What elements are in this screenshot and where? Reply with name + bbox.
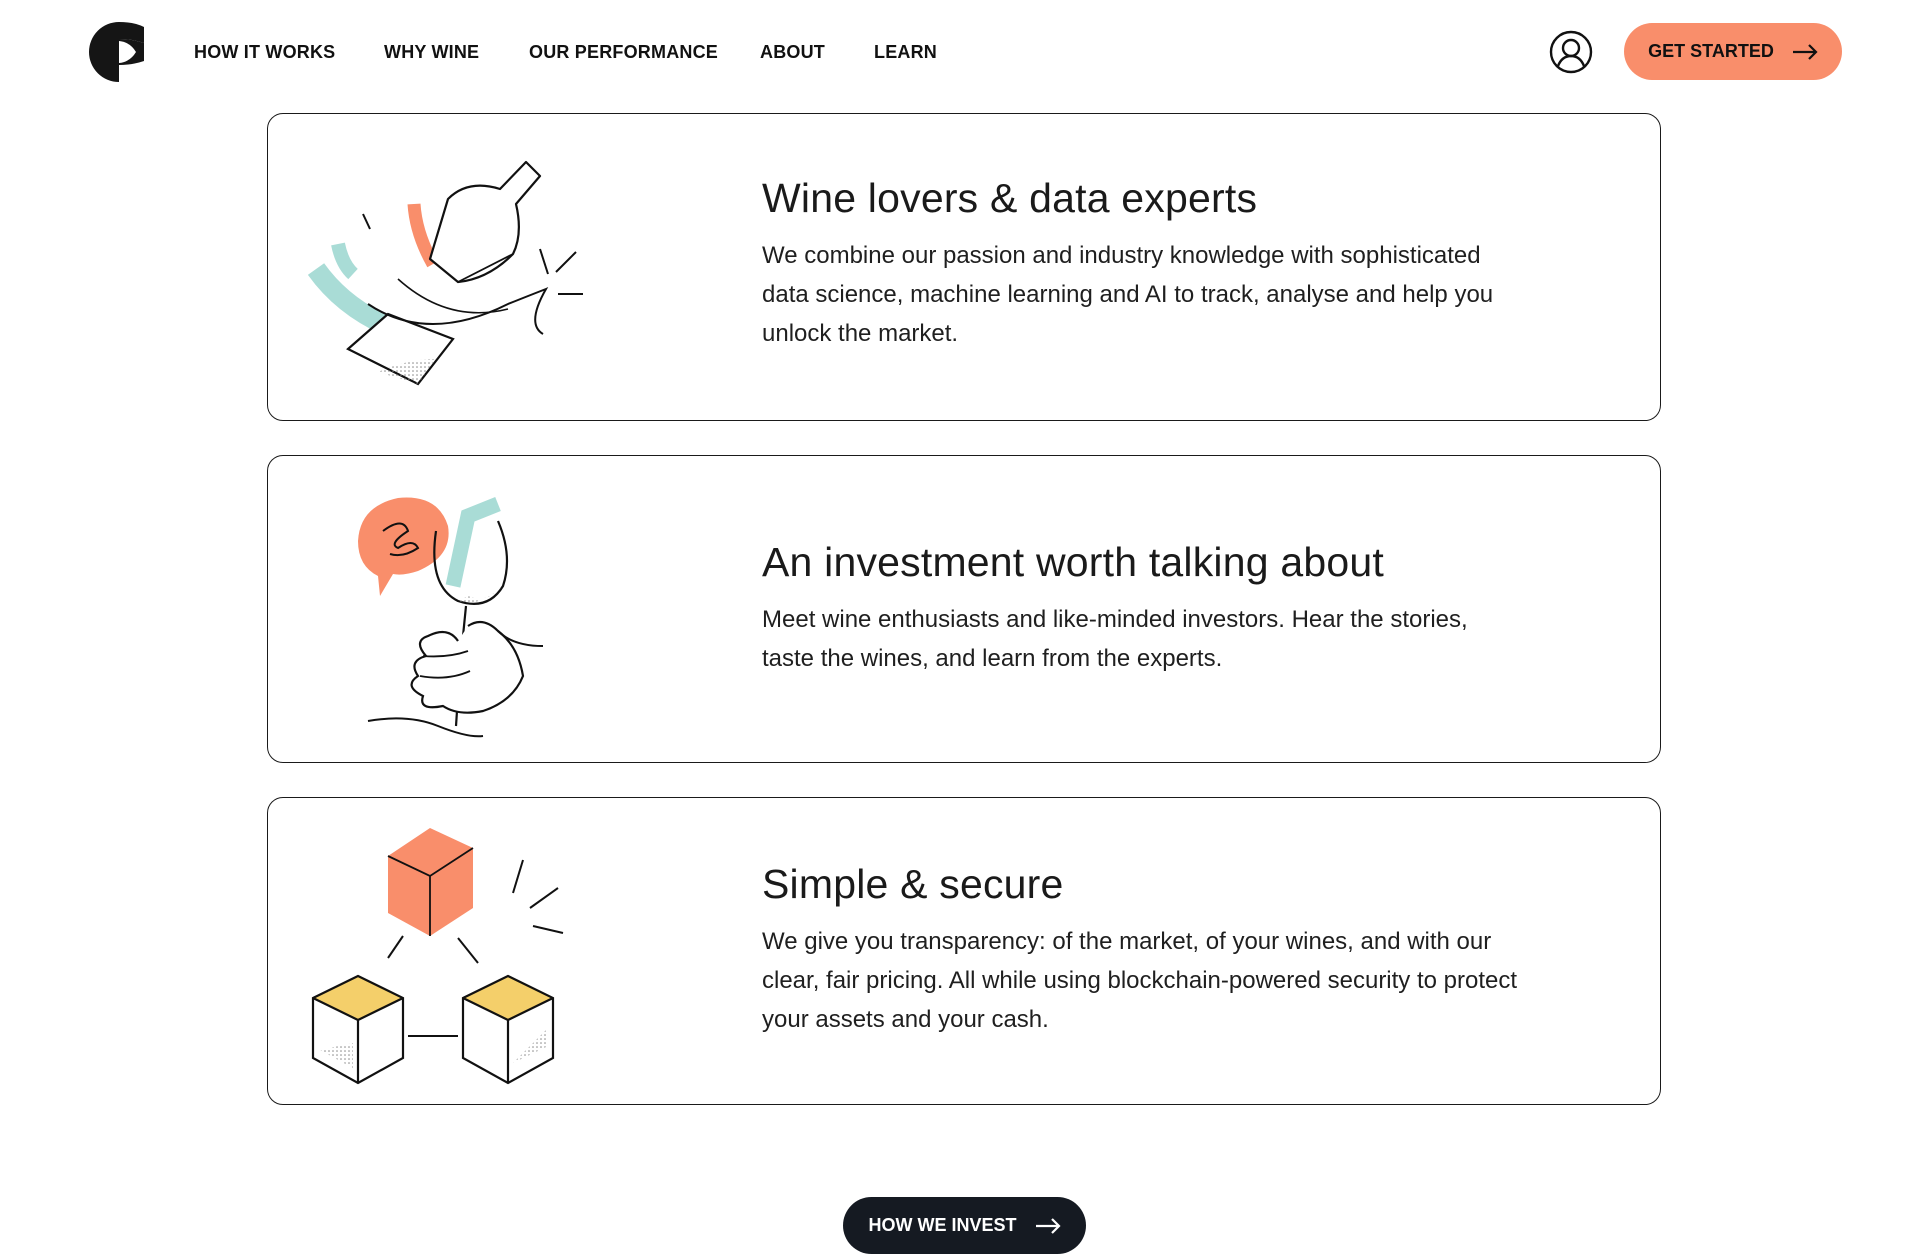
nav-our-performance[interactable]: OUR PERFORMANCE — [529, 40, 760, 64]
nav-why-wine[interactable]: WHY WINE — [384, 40, 529, 64]
feature-card-security: Simple & secure We give you transparency… — [267, 797, 1661, 1105]
nav-how-it-works[interactable]: HOW IT WORKS — [194, 40, 384, 64]
card-title: An investment worth talking about — [762, 539, 1384, 585]
site-header: HOW IT WORKS WHY WINE OUR PERFORMANCE AB… — [0, 0, 1920, 104]
card-body: We give you transparency: of the market,… — [762, 928, 1518, 1033]
how-we-invest-label: HOW WE INVEST — [868, 1215, 1017, 1235]
card-text: Wine lovers & data experts We combine ou… — [762, 174, 1522, 353]
card-body: We combine our passion and industry know… — [762, 242, 1494, 347]
nav-about[interactable]: ABOUT — [760, 40, 874, 64]
main-nav: HOW IT WORKS WHY WINE OUR PERFORMANCE AB… — [194, 40, 954, 64]
wine-glass-hand-icon — [358, 497, 544, 738]
brand-logo-icon[interactable] — [88, 21, 144, 83]
nav-learn[interactable]: LEARN — [874, 40, 954, 64]
card-title: Simple & secure — [762, 861, 1064, 907]
card-text: Simple & secure We give you transparency… — [762, 860, 1522, 1039]
card-title: Wine lovers & data experts — [762, 175, 1258, 221]
card-text: An investment worth talking about Meet w… — [762, 538, 1522, 678]
get-started-label: GET STARTED — [1648, 41, 1774, 61]
feature-card-community: An investment worth talking about Meet w… — [267, 455, 1661, 763]
user-account-icon[interactable] — [1548, 29, 1594, 75]
card-body: Meet wine enthusiasts and like-minded in… — [762, 606, 1468, 672]
feature-card-data: Wine lovers & data experts We combine ou… — [267, 113, 1661, 421]
get-started-button[interactable]: GET STARTED — [1624, 23, 1842, 80]
blockchain-cubes-icon — [311, 828, 564, 1085]
how-we-invest-button[interactable]: HOW WE INVEST — [843, 1197, 1086, 1254]
arrow-right-icon — [1792, 43, 1818, 60]
wine-bottle-pour-icon — [308, 160, 583, 386]
arrow-right-icon — [1035, 1217, 1061, 1234]
